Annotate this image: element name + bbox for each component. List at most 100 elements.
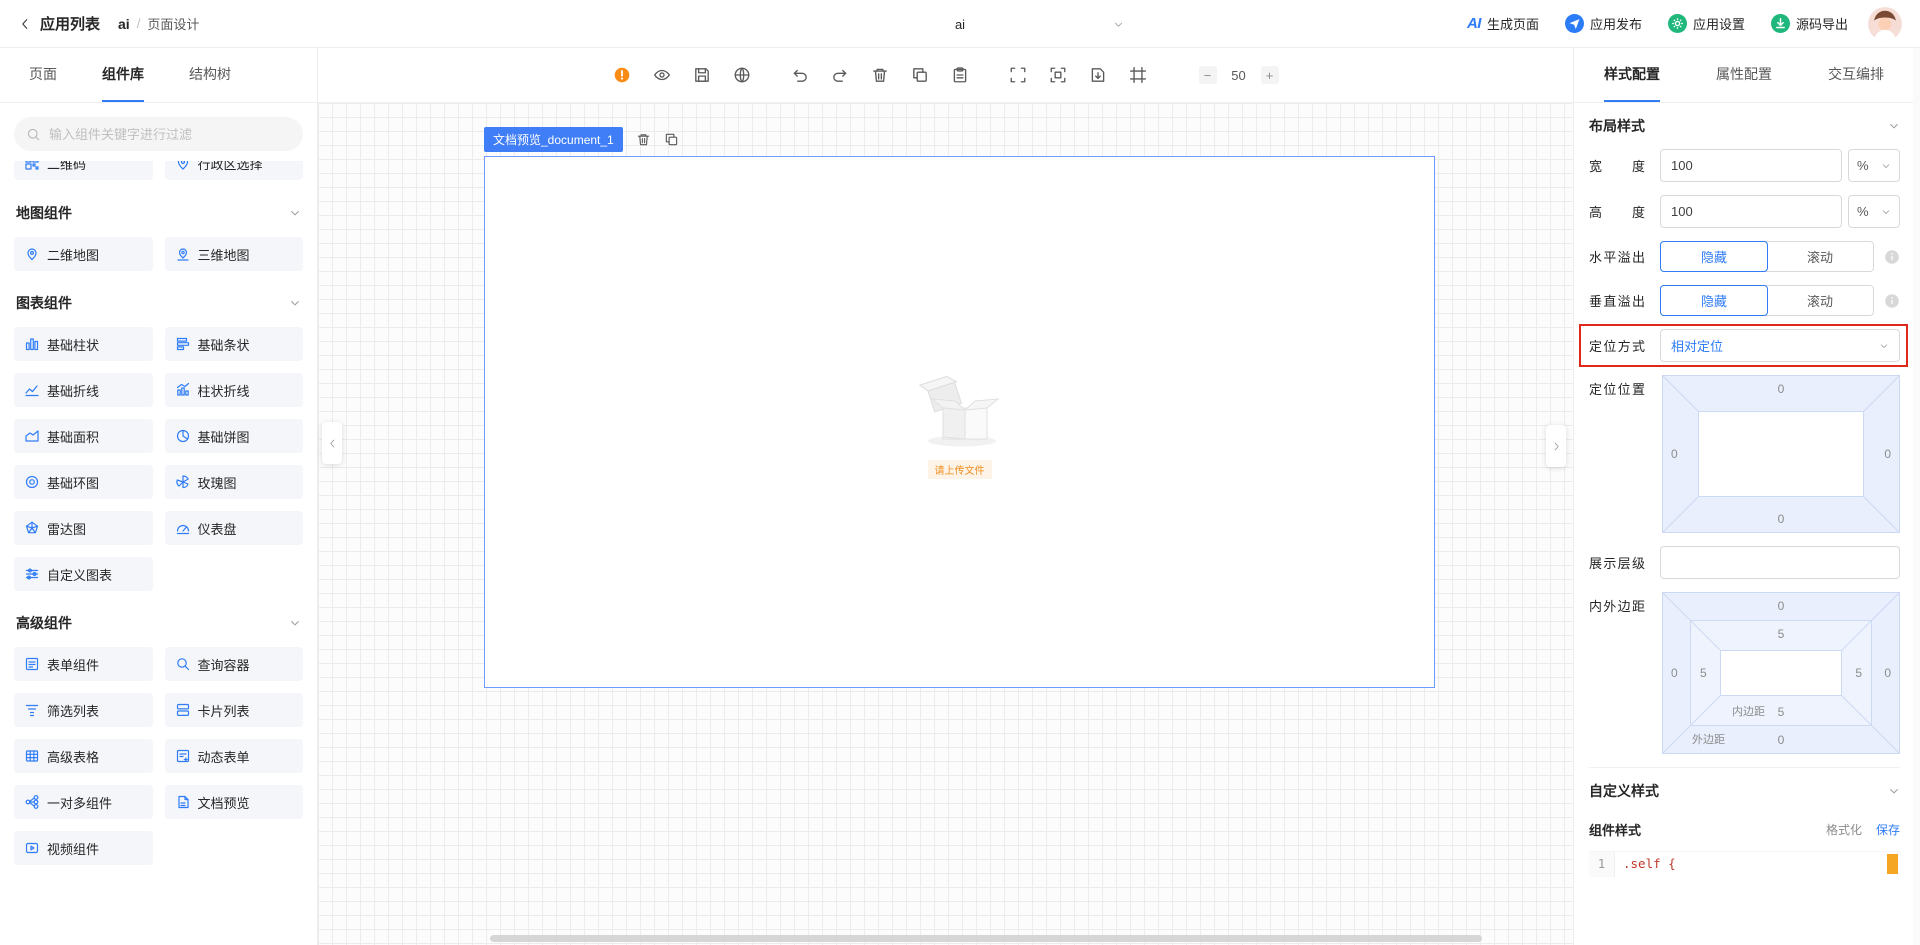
copy-icon[interactable] — [911, 66, 929, 84]
component-item[interactable]: 二维地图 — [14, 237, 153, 271]
component-item[interactable]: 行政区选择 — [164, 161, 303, 180]
component-item[interactable]: 基础条状 — [164, 327, 303, 361]
tab-component-library[interactable]: 组件库 — [102, 48, 144, 102]
tab-style-config[interactable]: 样式配置 — [1604, 48, 1660, 102]
breadcrumb-app-list[interactable]: 应用列表 — [40, 13, 100, 34]
redo-icon[interactable] — [831, 66, 849, 84]
info-icon[interactable] — [1884, 293, 1900, 309]
paste-icon[interactable] — [951, 66, 969, 84]
component-item[interactable]: 自定义图表 — [14, 557, 153, 591]
warning-icon[interactable] — [613, 66, 631, 84]
fullscreen-icon[interactable] — [1009, 66, 1027, 84]
horizontal-scrollbar[interactable] — [490, 935, 1482, 942]
collapse-left-panel-button[interactable] — [322, 422, 342, 464]
position-left-value[interactable]: 0 — [1671, 447, 1678, 461]
padding-right-value[interactable]: 5 — [1855, 666, 1862, 680]
avatar[interactable] — [1868, 6, 1902, 41]
doc-preview-component[interactable]: 请上传文件 — [484, 156, 1435, 688]
component-item[interactable]: 表单组件 — [14, 647, 153, 681]
css-code-editor[interactable]: 1 .self { — [1589, 851, 1900, 877]
section-header[interactable]: 图表组件 — [0, 281, 317, 325]
back-icon[interactable] — [18, 17, 32, 31]
v-overflow-scroll-option[interactable]: 滚动 — [1767, 286, 1873, 315]
collapse-right-panel-button[interactable] — [1546, 425, 1566, 467]
component-item[interactable]: 玫瑰图 — [164, 465, 303, 499]
format-button[interactable]: 格式化 — [1826, 821, 1862, 838]
component-item[interactable]: 二维码 — [14, 161, 153, 180]
margin-top-value[interactable]: 0 — [1778, 599, 1785, 613]
padding-bottom-value[interactable]: 5 — [1778, 705, 1785, 719]
component-item[interactable]: 卡片列表 — [164, 693, 303, 727]
margin-right-value[interactable]: 0 — [1884, 666, 1891, 680]
component-item[interactable]: 基础折线 — [14, 373, 153, 407]
component-item[interactable]: 筛选列表 — [14, 693, 153, 727]
info-icon[interactable] — [1884, 249, 1900, 265]
component-item[interactable]: 雷达图 — [14, 511, 153, 545]
app-publish-button[interactable]: 应用发布 — [1564, 14, 1642, 33]
code-content[interactable]: .self { — [1615, 852, 1676, 877]
generate-page-button[interactable]: AI 生成页面 — [1467, 14, 1539, 33]
padding-top-value[interactable]: 5 — [1778, 627, 1785, 641]
width-input[interactable] — [1660, 149, 1842, 182]
export-image-icon[interactable] — [1089, 66, 1107, 84]
delete-icon[interactable] — [636, 132, 651, 147]
component-item[interactable]: 文档预览 — [164, 785, 303, 819]
design-canvas[interactable]: 文档预览_document_1 请上传文件 — [318, 103, 1573, 945]
section-header[interactable]: 地图组件 — [0, 191, 317, 235]
artboard-icon[interactable] — [1129, 66, 1147, 84]
component-item[interactable]: 基础环图 — [14, 465, 153, 499]
fit-view-icon[interactable] — [1049, 66, 1067, 84]
h-overflow-hide-option[interactable]: 隐藏 — [1660, 241, 1768, 272]
component-item[interactable]: 基础饼图 — [164, 419, 303, 453]
component-item[interactable]: 三维地图 — [164, 237, 303, 271]
component-item[interactable]: 高级表格 — [14, 739, 153, 773]
position-top-value[interactable]: 0 — [1778, 382, 1785, 396]
app-settings-button[interactable]: 应用设置 — [1667, 14, 1745, 33]
panel-scrollbar[interactable] — [1913, 48, 1920, 945]
component-item[interactable]: 查询容器 — [164, 647, 303, 681]
save-icon[interactable] — [693, 66, 711, 84]
component-item[interactable]: 动态表单 — [164, 739, 303, 773]
h-overflow-scroll-option[interactable]: 滚动 — [1767, 242, 1873, 271]
position-bottom-value[interactable]: 0 — [1778, 512, 1785, 526]
width-unit-select[interactable]: % — [1848, 149, 1900, 182]
page-selector[interactable]: ai — [790, 9, 1130, 39]
code-export-button[interactable]: 源码导出 — [1770, 14, 1848, 33]
copy-icon[interactable] — [664, 132, 679, 147]
preview-icon[interactable] — [653, 66, 671, 84]
height-unit-select[interactable]: % — [1848, 195, 1900, 228]
component-item[interactable]: 基础柱状 — [14, 327, 153, 361]
component-item[interactable]: 视频组件 — [14, 831, 153, 865]
layout-style-section-header[interactable]: 布局样式 — [1589, 103, 1900, 149]
custom-style-section-header[interactable]: 自定义样式 — [1589, 768, 1900, 814]
margin-left-value[interactable]: 0 — [1671, 666, 1678, 680]
component-item[interactable]: 仪表盘 — [164, 511, 303, 545]
upload-file-link[interactable]: 请上传文件 — [927, 459, 992, 479]
margin-bottom-value[interactable]: 0 — [1778, 733, 1785, 747]
search-input[interactable] — [49, 126, 291, 142]
position-right-value[interactable]: 0 — [1884, 447, 1891, 461]
panel-body: 布局样式 宽度 % 高度 % 水平溢出 隐藏 滚动 — [1574, 103, 1920, 945]
section-header[interactable]: 高级组件 — [0, 601, 317, 645]
save-button[interactable]: 保存 — [1876, 821, 1900, 838]
style-config-panel: 样式配置 属性配置 交互编排 布局样式 宽度 % 高度 % 水平溢出 — [1573, 48, 1920, 945]
tab-property-config[interactable]: 属性配置 — [1716, 48, 1772, 102]
tab-structure-tree[interactable]: 结构树 — [189, 48, 231, 102]
zoom-in-button[interactable]: + — [1260, 66, 1279, 84]
padding-left-value[interactable]: 5 — [1700, 666, 1707, 680]
tab-pages[interactable]: 页面 — [29, 48, 57, 102]
component-item[interactable]: 柱状折线 — [164, 373, 303, 407]
undo-icon[interactable] — [791, 66, 809, 84]
zoom-out-button[interactable]: − — [1198, 66, 1217, 84]
height-input[interactable] — [1660, 195, 1842, 228]
delete-icon[interactable] — [871, 66, 889, 84]
tab-interaction-config[interactable]: 交互编排 — [1828, 48, 1884, 102]
z-index-input[interactable] — [1660, 546, 1900, 579]
globe-icon[interactable] — [733, 66, 751, 84]
positioning-select[interactable]: 相对定位 — [1660, 329, 1900, 362]
position-box-control[interactable]: 0 0 0 0 — [1662, 375, 1900, 533]
v-overflow-hide-option[interactable]: 隐藏 — [1660, 285, 1768, 316]
component-item[interactable]: 一对多组件 — [14, 785, 153, 819]
component-item[interactable]: 基础面积 — [14, 419, 153, 453]
margin-padding-control[interactable]: 0 0 0 0 5 5 5 5 内边距 外边距 — [1662, 592, 1900, 754]
